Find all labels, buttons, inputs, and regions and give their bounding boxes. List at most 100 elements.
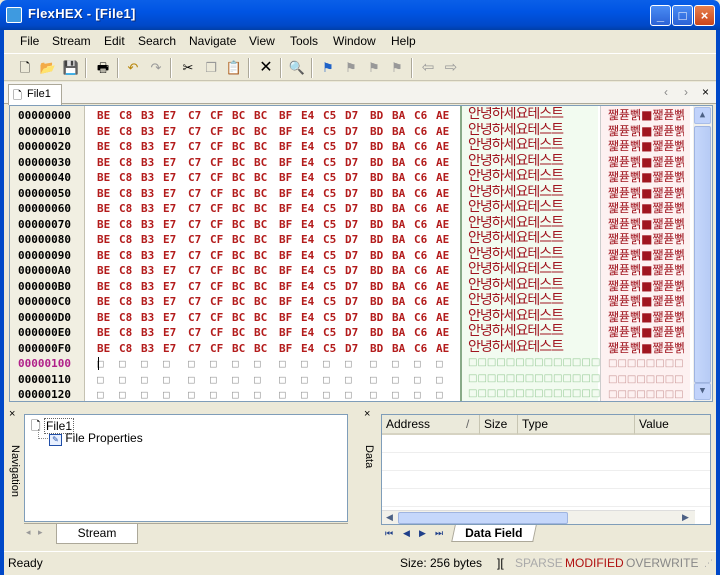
hex-byte[interactable]: BC: [232, 294, 254, 309]
hex-byte[interactable]: □: [141, 372, 163, 387]
hex-byte[interactable]: C7: [188, 217, 210, 232]
hex-byte[interactable]: BF: [279, 310, 301, 325]
hex-byte[interactable]: BC: [232, 263, 254, 278]
hex-byte[interactable]: BD: [370, 139, 392, 154]
hex-byte[interactable]: C7: [188, 201, 210, 216]
hex-byte[interactable]: □: [188, 356, 210, 371]
hex-byte[interactable]: E7: [163, 341, 185, 356]
hex-byte[interactable]: C5: [323, 124, 345, 139]
hex-byte[interactable]: E4: [301, 279, 323, 294]
text-row[interactable]: 안녕하세요테스트: [468, 200, 600, 215]
hex-byte[interactable]: □: [163, 387, 185, 401]
hex-byte[interactable]: B3: [141, 263, 163, 278]
hex-byte[interactable]: AE: [436, 232, 458, 247]
text-row-2[interactable]: 쨅퓯뻵■쨅퓯뻵■: [608, 310, 684, 325]
hex-byte[interactable]: BA: [392, 341, 414, 356]
scroll-thumb[interactable]: [694, 126, 711, 383]
first-record-icon[interactable]: ⏮: [385, 528, 393, 539]
hex-byte[interactable]: CF: [210, 155, 232, 170]
prev-record-icon[interactable]: ◀: [403, 528, 410, 539]
menu-stream[interactable]: Stream: [52, 34, 91, 48]
hex-byte[interactable]: BC: [232, 325, 254, 340]
hex-byte[interactable]: D7: [345, 170, 367, 185]
hex-byte[interactable]: BA: [392, 279, 414, 294]
scroll-right-icon[interactable]: ▶: [682, 512, 689, 523]
hex-byte[interactable]: □: [414, 387, 436, 401]
hex-byte[interactable]: □: [141, 356, 163, 371]
scroll-left-icon[interactable]: ◀: [386, 512, 393, 523]
next-record-icon[interactable]: ▶: [419, 528, 426, 539]
app-icon[interactable]: [6, 7, 22, 23]
vertical-scrollbar[interactable]: ▲ ▼: [693, 106, 712, 401]
hex-byte[interactable]: BC: [232, 232, 254, 247]
hex-byte[interactable]: BA: [392, 248, 414, 263]
hex-byte[interactable]: BA: [392, 108, 414, 123]
hex-byte[interactable]: E7: [163, 124, 185, 139]
hex-byte[interactable]: BA: [392, 232, 414, 247]
hex-byte[interactable]: BC: [254, 170, 276, 185]
hex-byte[interactable]: BC: [254, 310, 276, 325]
hex-byte[interactable]: AE: [436, 170, 458, 185]
hex-byte[interactable]: CF: [210, 108, 232, 123]
hex-byte[interactable]: BC: [232, 279, 254, 294]
hex-byte[interactable]: C6: [414, 108, 436, 123]
hex-byte[interactable]: BD: [370, 325, 392, 340]
hex-byte[interactable]: BD: [370, 170, 392, 185]
hex-byte[interactable]: BE: [97, 139, 119, 154]
hex-byte[interactable]: BF: [279, 248, 301, 263]
hex-byte[interactable]: BF: [279, 279, 301, 294]
hex-byte[interactable]: AE: [436, 341, 458, 356]
hex-byte[interactable]: BF: [279, 186, 301, 201]
hex-byte[interactable]: B3: [141, 279, 163, 294]
hex-byte[interactable]: BE: [97, 186, 119, 201]
hex-byte[interactable]: C6: [414, 155, 436, 170]
hex-byte[interactable]: E7: [163, 139, 185, 154]
hex-byte[interactable]: C7: [188, 325, 210, 340]
hex-byte[interactable]: C5: [323, 108, 345, 123]
hex-byte[interactable]: BD: [370, 263, 392, 278]
hex-byte[interactable]: AE: [436, 248, 458, 263]
hex-byte[interactable]: BC: [232, 201, 254, 216]
hex-byte[interactable]: CF: [210, 325, 232, 340]
hex-byte[interactable]: D7: [345, 139, 367, 154]
hex-byte[interactable]: BC: [254, 248, 276, 263]
hex-byte[interactable]: AE: [436, 139, 458, 154]
hex-byte[interactable]: BD: [370, 201, 392, 216]
hex-byte[interactable]: BD: [370, 108, 392, 123]
hex-byte[interactable]: D7: [345, 263, 367, 278]
text-row-2[interactable]: □□□□□□□□: [608, 356, 684, 371]
hex-byte[interactable]: BE: [97, 310, 119, 325]
hex-byte[interactable]: BE: [97, 155, 119, 170]
hex-byte[interactable]: C6: [414, 124, 436, 139]
hex-byte[interactable]: BC: [254, 124, 276, 139]
hex-byte[interactable]: C7: [188, 341, 210, 356]
hex-byte[interactable]: C8: [119, 310, 141, 325]
hex-byte[interactable]: C6: [414, 248, 436, 263]
hex-byte[interactable]: E7: [163, 279, 185, 294]
column-type[interactable]: Type: [518, 415, 635, 435]
hex-byte[interactable]: B3: [141, 341, 163, 356]
maximize-button[interactable]: □: [672, 5, 693, 26]
hex-byte[interactable]: BF: [279, 139, 301, 154]
find-icon[interactable]: 🔍: [288, 59, 306, 77]
last-record-icon[interactable]: ⏭: [435, 528, 443, 539]
hex-byte[interactable]: □: [301, 387, 323, 401]
hex-byte[interactable]: BF: [279, 217, 301, 232]
new-icon[interactable]: 🗋: [16, 59, 34, 77]
save-icon[interactable]: 💾: [62, 59, 80, 77]
hex-byte[interactable]: E7: [163, 201, 185, 216]
minimize-button[interactable]: _: [650, 5, 671, 26]
print-icon[interactable]: 🖶: [94, 59, 112, 77]
hex-byte[interactable]: C8: [119, 263, 141, 278]
hex-byte[interactable]: C6: [414, 170, 436, 185]
flag-next-icon[interactable]: ⚑: [365, 59, 383, 77]
hex-byte[interactable]: C6: [414, 201, 436, 216]
hex-byte[interactable]: E4: [301, 124, 323, 139]
tab-scroll-right-icon[interactable]: ›: [684, 85, 688, 99]
text-row[interactable]: 안녕하세요테스트: [468, 107, 600, 122]
close-button[interactable]: ×: [694, 5, 715, 26]
hex-byte[interactable]: BD: [370, 232, 392, 247]
hex-byte[interactable]: C6: [414, 217, 436, 232]
hex-byte[interactable]: BC: [232, 108, 254, 123]
text-row[interactable]: 안녕하세요테스트: [468, 169, 600, 184]
